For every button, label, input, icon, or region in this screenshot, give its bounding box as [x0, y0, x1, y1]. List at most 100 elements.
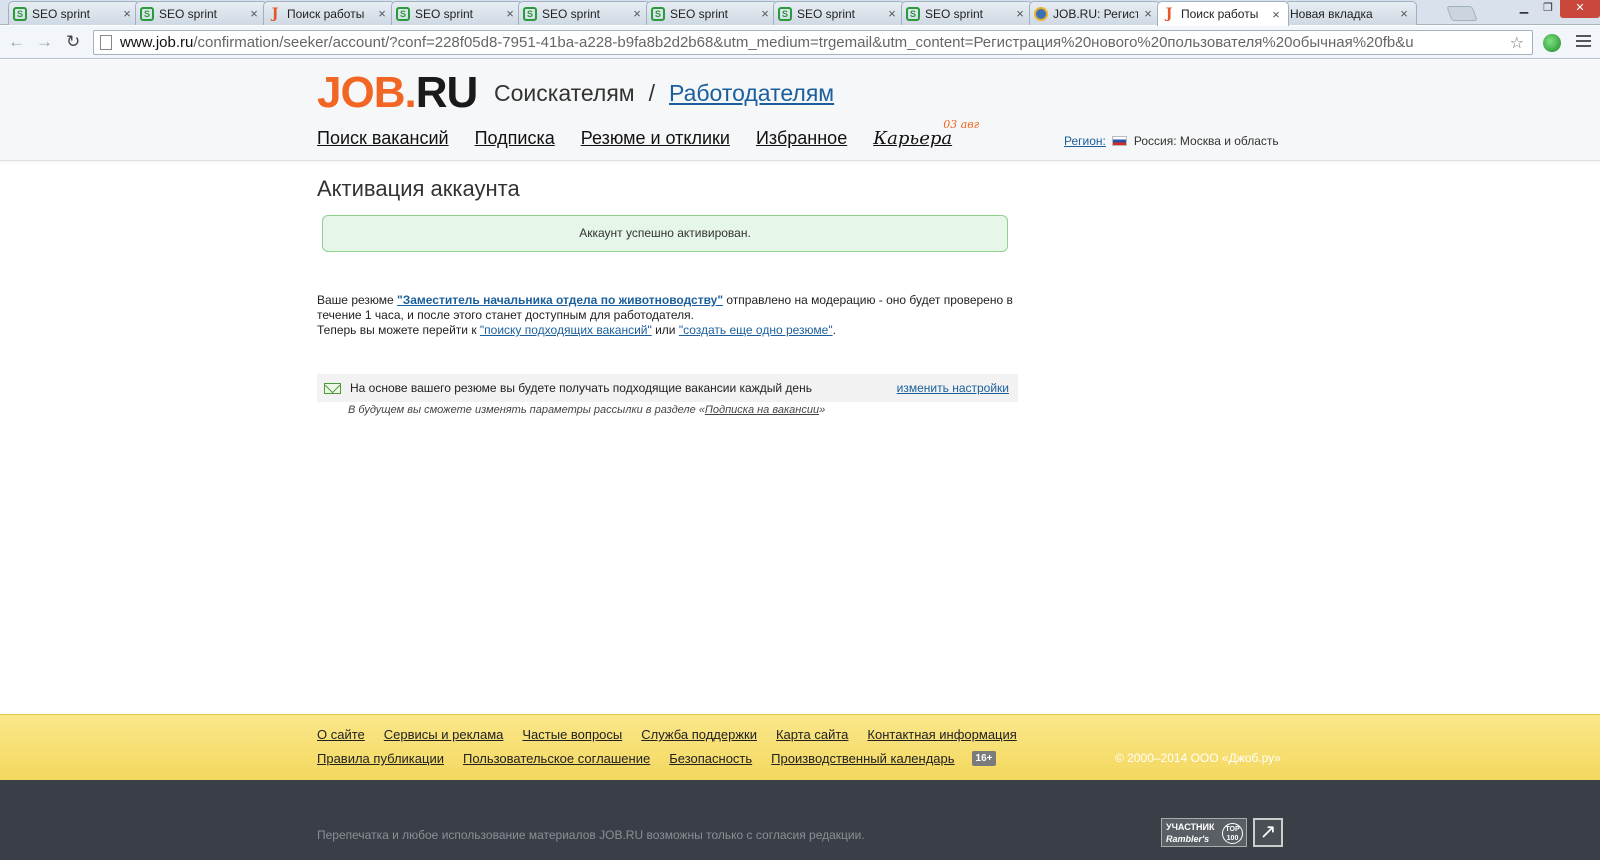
region-link[interactable]: Регион:: [1064, 134, 1106, 148]
logo-dot: .: [404, 68, 416, 117]
audience-switch: Соискателям / Работодателям: [494, 80, 834, 107]
footer-row-1: О сайте Сервисы и реклама Частые вопросы…: [317, 727, 1017, 742]
main-nav: Поиск вакансий Подписка Резюме и отклики…: [317, 118, 979, 149]
tab-label: SEO sprint: [542, 6, 601, 21]
tab-close-icon[interactable]: ×: [121, 6, 133, 21]
tab-close-icon[interactable]: ×: [1398, 6, 1410, 21]
browser-menu-icon[interactable]: [1576, 35, 1591, 49]
url-input[interactable]: www.job.ru/confirmation/seeker/account/?…: [93, 30, 1533, 55]
tab-close-icon[interactable]: ×: [504, 6, 516, 21]
bookmark-star-icon[interactable]: ☆: [1510, 32, 1524, 54]
audience-separator: /: [648, 80, 655, 106]
subscription-note: В будущем вы сможете изменять параметры …: [348, 404, 825, 416]
tab-close-icon[interactable]: ×: [376, 6, 388, 21]
info-or: или: [651, 323, 679, 337]
new-tab-button[interactable]: [1446, 6, 1478, 21]
browser-tab[interactable]: Новая вкладка ×: [1285, 1, 1417, 25]
tab-label: Поиск работы: [287, 6, 365, 21]
reload-icon[interactable]: ↻: [66, 32, 80, 52]
subscription-panel: На основе вашего резюме вы будете получа…: [317, 374, 1018, 402]
nav-subscription[interactable]: Подписка: [475, 128, 555, 149]
footer-calendar[interactable]: Производственный календарь: [771, 751, 954, 766]
footer-contacts[interactable]: Контактная информация: [867, 727, 1016, 742]
success-alert: Аккаунт успешно активирован.: [322, 215, 1008, 252]
age-rating-badge: 16+: [971, 751, 997, 766]
employers-link[interactable]: Работодателям: [669, 80, 834, 106]
resume-link[interactable]: "Заместитель начальника отдела по животн…: [397, 293, 723, 307]
info-line2-prefix: Теперь вы можете перейти к: [317, 323, 480, 337]
back-icon[interactable]: ←: [8, 32, 25, 52]
nav-career[interactable]: Карьера 03 авг: [873, 118, 979, 149]
rambler-top100: TOP 100: [1222, 823, 1243, 844]
tab-close-icon[interactable]: ×: [248, 6, 260, 21]
tab-label: SEO sprint: [925, 6, 984, 21]
browser-tab[interactable]: S SEO sprint ×: [773, 1, 905, 25]
note-suffix: »: [819, 404, 826, 416]
rambler-line1: УЧАСТНИК: [1166, 822, 1215, 832]
forward-icon[interactable]: →: [36, 32, 53, 52]
copyright: © 2000–2014 ООО «Джоб.ру»: [1115, 751, 1281, 765]
rambler-top100-badge[interactable]: УЧАСТНИК Rambler's TOP 100: [1161, 818, 1247, 847]
change-settings-link[interactable]: изменить настройки: [897, 381, 1009, 395]
info-end: .: [832, 323, 836, 337]
browser-tab[interactable]: J Поиск работы ×: [263, 1, 395, 25]
footer-support[interactable]: Служба поддержки: [641, 727, 757, 742]
footer-about[interactable]: О сайте: [317, 727, 365, 742]
jobru-icon: J: [1165, 6, 1173, 22]
search-vacancies-link[interactable]: "поиску подходящих вакансий": [480, 323, 652, 337]
extension-globe-icon[interactable]: [1543, 34, 1561, 52]
seo-sprint-icon: S: [906, 6, 920, 21]
seo-sprint-icon: S: [651, 6, 665, 21]
nav-resumes[interactable]: Резюме и отклики: [581, 128, 730, 149]
tab-label: SEO sprint: [415, 6, 474, 21]
seekers-label: Соискателям: [494, 80, 635, 106]
tab-close-icon[interactable]: ×: [1142, 6, 1154, 21]
footer-sitemap[interactable]: Карта сайта: [776, 727, 848, 742]
page-icon: [100, 35, 112, 50]
logo-job: JOB: [317, 68, 405, 117]
seo-sprint-icon: S: [13, 6, 27, 21]
browser-tab[interactable]: S SEO sprint ×: [8, 1, 140, 25]
footer-agreement[interactable]: Пользовательское соглашение: [463, 751, 650, 766]
jobru-icon: J: [271, 5, 279, 22]
url-host: www.job.ru: [120, 34, 194, 51]
external-arrow-icon[interactable]: ↗: [1253, 818, 1283, 847]
vacancy-subscription-link[interactable]: Подписка на вакансии: [705, 404, 819, 416]
browser-tab[interactable]: J Поиск работы ×: [1157, 1, 1289, 26]
browser-tab[interactable]: JOB.RU: Регистрация ×: [1029, 1, 1161, 25]
browser-tab[interactable]: S SEO sprint ×: [646, 1, 778, 25]
browser-tab[interactable]: S SEO sprint ×: [135, 1, 267, 25]
address-toolbar: ← → ↻ www.job.ru/confirmation/seeker/acc…: [0, 26, 1600, 59]
tab-close-icon[interactable]: ×: [631, 6, 643, 21]
url-path: /confirmation/seeker/account/?conf=228f0…: [193, 34, 1414, 51]
footer-services[interactable]: Сервисы и реклама: [384, 727, 504, 742]
nav-vacancy-search[interactable]: Поиск вакансий: [317, 128, 449, 149]
tab-label: JOB.RU: Регистрация: [1053, 6, 1138, 21]
close-window-icon[interactable]: ✕: [1560, 0, 1600, 18]
tab-label: SEO sprint: [32, 6, 91, 21]
footer-security[interactable]: Безопасность: [669, 751, 752, 766]
tab-close-icon[interactable]: ×: [1014, 6, 1026, 21]
tab-close-icon[interactable]: ×: [886, 6, 898, 21]
globe-icon: [1034, 6, 1048, 21]
tab-label: Поиск работы: [1181, 7, 1259, 21]
maximize-icon[interactable]: ❐: [1536, 0, 1560, 18]
footer-faq[interactable]: Частые вопросы: [522, 727, 622, 742]
nav-favorites[interactable]: Избранное: [756, 128, 847, 149]
tab-label: SEO sprint: [670, 6, 729, 21]
region-selector: Регион: Россия: Москва и область: [1064, 134, 1279, 148]
tab-close-icon[interactable]: ×: [759, 6, 771, 21]
resume-status-text: Ваше резюме "Заместитель начальника отде…: [317, 293, 1027, 338]
footer-bottom: Перепечатка и любое использование матери…: [0, 780, 1600, 860]
minimize-icon[interactable]: ▁: [1512, 0, 1536, 18]
tab-close-icon[interactable]: ×: [1270, 7, 1282, 22]
browser-tab[interactable]: S SEO sprint ×: [901, 1, 1033, 25]
browser-tab[interactable]: S SEO sprint ×: [391, 1, 523, 25]
footer-rules[interactable]: Правила публикации: [317, 751, 444, 766]
create-resume-link[interactable]: "создать еще одно резюме": [679, 323, 833, 337]
jobru-logo[interactable]: JOB.RU: [317, 68, 479, 118]
browser-tab[interactable]: S SEO sprint ×: [518, 1, 650, 25]
reprint-notice: Перепечатка и любое использование матери…: [317, 828, 865, 842]
logo-ru: RU: [415, 68, 479, 117]
seo-sprint-icon: S: [523, 6, 537, 21]
